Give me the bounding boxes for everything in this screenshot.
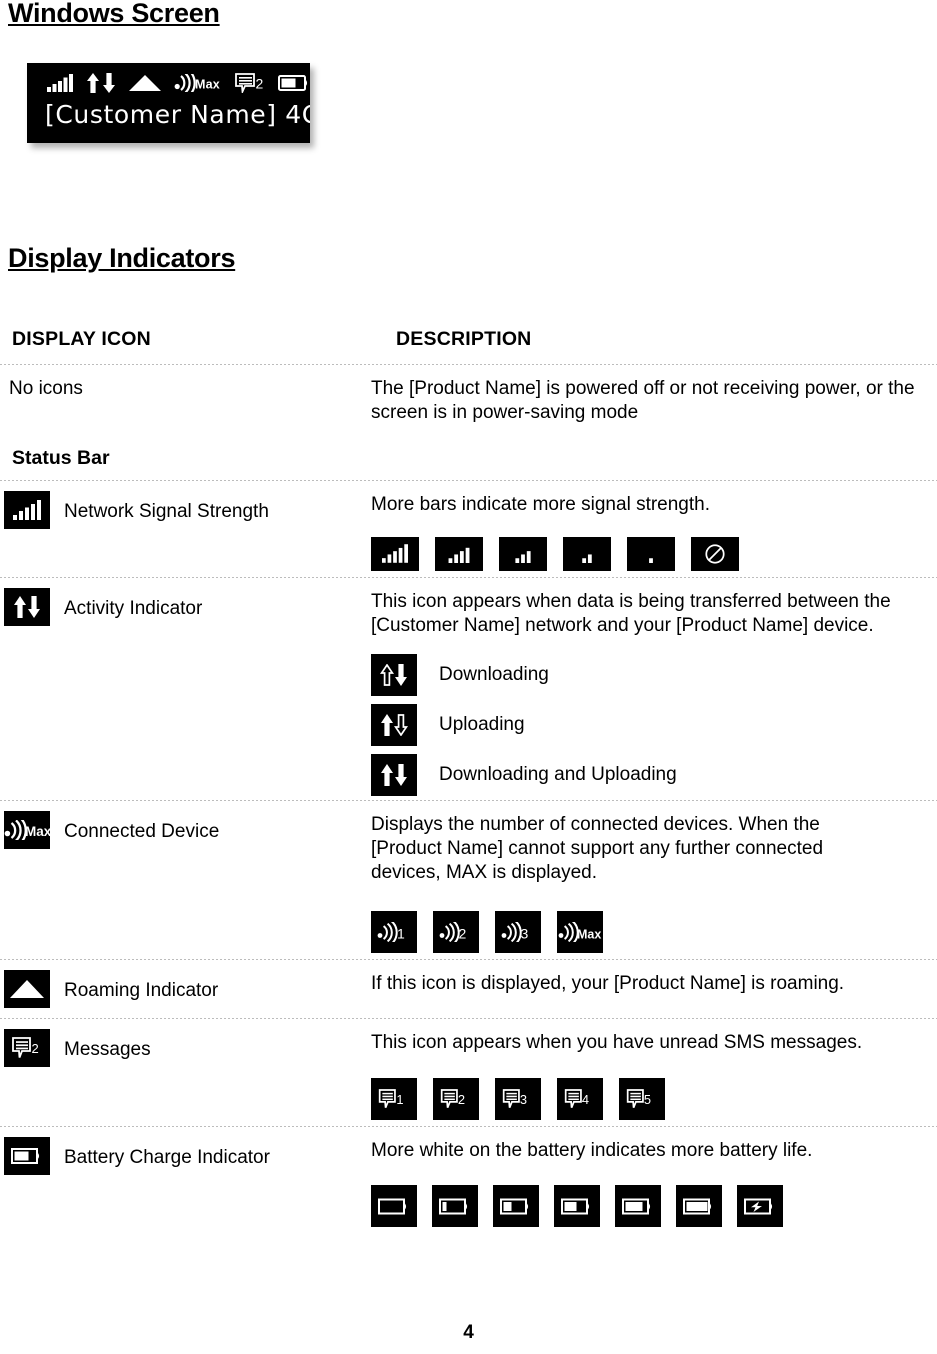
battery-20-icon — [432, 1185, 478, 1228]
connected-device-variant-row: 1 2 3 Max — [362, 897, 937, 959]
battery-charging-icon — [737, 1185, 783, 1228]
messages-2-icon: 2 — [235, 73, 265, 93]
svg-text:2: 2 — [458, 1092, 465, 1107]
section-title-display-indicators: Display Indicators — [8, 243, 236, 273]
device-status-icon-row: Max 2 — [47, 69, 310, 97]
svg-text:5: 5 — [644, 1092, 651, 1107]
battery-60-icon — [554, 1185, 600, 1228]
battery-icon — [4, 1137, 50, 1176]
svg-text:Max: Max — [577, 927, 601, 941]
connected-1-icon: 1 — [371, 910, 417, 953]
roaming-triangle-icon — [4, 969, 50, 1008]
activity-variant-uploading: Uploading — [362, 700, 937, 750]
device-screen-preview: Max 2 [Customer Name] 4 — [27, 63, 310, 143]
svg-text:2: 2 — [459, 925, 467, 941]
row-label: Messages — [64, 1038, 151, 1060]
signal-strength-variant-row — [362, 529, 937, 577]
battery-full-icon — [676, 1185, 722, 1228]
battery-40-icon — [493, 1185, 539, 1228]
roaming-triangle-icon — [129, 75, 161, 91]
battery-variant-row — [362, 1175, 937, 1233]
signal-bars-icon — [47, 74, 73, 92]
activity-variant-downloading: Downloading — [362, 650, 937, 700]
activity-updown-icon — [4, 587, 50, 626]
table-row-battery-charge-indicator: Battery Charge Indicator More white on t… — [0, 1127, 937, 1233]
connected-max-icon: Max — [557, 910, 603, 953]
uploading-icon — [371, 703, 417, 746]
row-label: Connected Device — [64, 820, 220, 842]
signal-4-bars-icon — [435, 536, 483, 571]
battery-icon — [278, 74, 310, 92]
document-page: Windows Screen Max 2 [Customer Name] 4 D… — [0, 0, 937, 1354]
column-header-description: DESCRIPTION — [396, 328, 532, 350]
table-header-row: DISPLAY ICON DESCRIPTION — [0, 315, 937, 364]
messages-5-icon: 5 — [619, 1078, 665, 1121]
svg-text:3: 3 — [520, 1092, 527, 1107]
table-row-messages: 2 Messages This icon appears when you ha… — [0, 1019, 937, 1127]
messages-3-icon: 3 — [495, 1078, 541, 1121]
messages-icon: 2 — [4, 1028, 50, 1067]
messages-2-icon: 2 — [433, 1078, 479, 1121]
variant-label: Downloading and Uploading — [439, 763, 677, 785]
device-network-name: [Customer Name] 4G LTE — [45, 100, 310, 129]
variant-label: Downloading — [439, 663, 549, 685]
svg-text:3: 3 — [521, 925, 529, 941]
variant-label: Uploading — [439, 713, 525, 735]
svg-text:4: 4 — [582, 1092, 589, 1107]
signal-bars-icon — [4, 490, 50, 529]
row-label: Roaming Indicator — [64, 979, 219, 1001]
page-number: 4 — [463, 1322, 474, 1343]
display-indicators-table: DISPLAY ICON DESCRIPTION No icons The [P… — [0, 315, 937, 1233]
table-row-network-signal-strength: Network Signal Strength More bars indica… — [0, 481, 937, 577]
row-label: Network Signal Strength — [64, 500, 269, 522]
no-service-icon — [691, 536, 739, 571]
svg-text:1: 1 — [397, 925, 405, 941]
connected-3-icon: 3 — [495, 910, 541, 953]
row-description: The [Product Name] is powered off or not… — [371, 378, 915, 423]
page-title-windows-screen: Windows Screen — [8, 0, 220, 28]
battery-80-icon — [615, 1185, 661, 1228]
row-description: More white on the battery indicates more… — [371, 1140, 813, 1162]
table-subsection-status-bar: Status Bar — [0, 437, 937, 480]
signal-3-bars-icon — [499, 536, 547, 571]
signal-5-bars-icon — [371, 536, 419, 571]
activity-variant-both: Downloading and Uploading — [362, 750, 937, 800]
row-description: This icon appears when data is being tra… — [371, 590, 891, 636]
downloading-and-uploading-icon — [371, 753, 417, 796]
downloading-icon — [371, 653, 417, 696]
row-label: Battery Charge Indicator — [64, 1147, 270, 1169]
table-row-activity-indicator: Activity Indicator This icon appears whe… — [0, 578, 937, 800]
svg-text:1: 1 — [396, 1092, 403, 1107]
messages-4-icon: 4 — [557, 1078, 603, 1121]
svg-text:2: 2 — [256, 76, 264, 92]
wifi-max-icon: Max — [174, 74, 222, 92]
row-description: Displays the number of connected devices… — [371, 813, 824, 883]
row-label: Activity Indicator — [64, 597, 203, 619]
wifi-max-icon: Max — [4, 810, 50, 849]
messages-1-icon: 1 — [371, 1078, 417, 1121]
connected-2-icon: 2 — [433, 910, 479, 953]
activity-updown-icon — [86, 73, 116, 93]
messages-variant-row: 1 2 3 4 5 — [362, 1066, 937, 1126]
table-row-connected-device: Max Connected Device Displays the number… — [0, 801, 937, 959]
svg-text:Max: Max — [25, 824, 50, 839]
table-row-roaming-indicator: Roaming Indicator If this icon is displa… — [0, 960, 937, 1018]
signal-1-bar-icon — [627, 536, 675, 571]
row-description: This icon appears when you have unread S… — [371, 1031, 863, 1053]
signal-2-bars-icon — [563, 536, 611, 571]
svg-text:2: 2 — [32, 1041, 39, 1056]
battery-empty-icon — [371, 1185, 417, 1228]
column-header-display-icon: DISPLAY ICON — [12, 328, 151, 350]
row-description: If this icon is displayed, your [Product… — [371, 972, 845, 994]
row-description: More bars indicate more signal strength. — [371, 493, 710, 515]
subsection-label: Status Bar — [12, 446, 110, 469]
table-row-no-icons: No icons The [Product Name] is powered o… — [0, 365, 937, 437]
row-label: No icons — [9, 378, 83, 399]
svg-text:Max: Max — [195, 78, 220, 92]
